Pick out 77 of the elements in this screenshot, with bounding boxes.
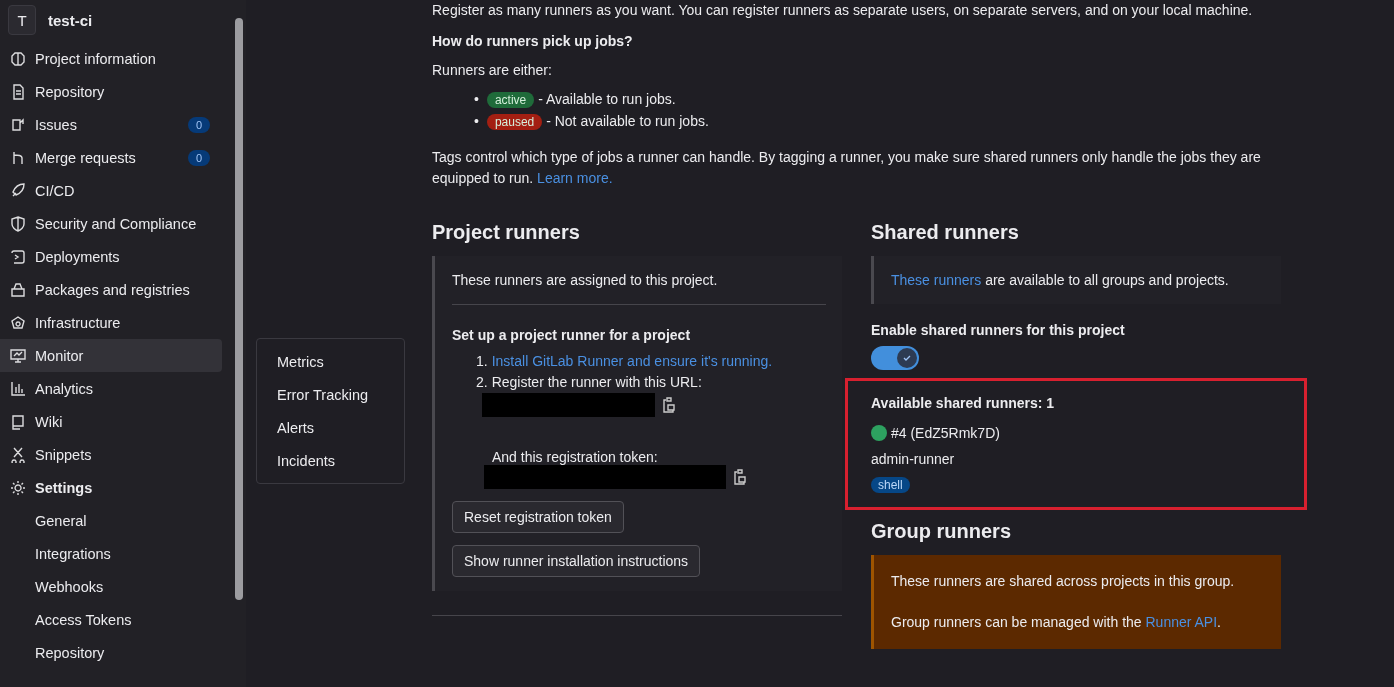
status-description: - Not available to run jobs. — [545, 113, 709, 129]
count-badge: 0 — [187, 149, 210, 166]
count-badge: 0 — [187, 116, 210, 133]
settings-icon — [10, 479, 26, 496]
sidebar-item[interactable]: Analytics — [0, 372, 222, 405]
assigned-text: These runners are assigned to this project. — [452, 272, 719, 288]
toggle-label: Enable shared runners for this project — [871, 322, 1126, 338]
sidebar-subitem[interactable]: Webhooks — [0, 570, 232, 603]
copy-icon[interactable] — [732, 469, 748, 485]
package-icon — [10, 281, 26, 298]
sidebar-item[interactable]: Repository — [0, 75, 222, 108]
group-text: These runners are shared across projects in this group. — [891, 572, 1236, 591]
monitor-icon — [10, 347, 26, 364]
sidebar-item[interactable]: Deployments — [0, 240, 222, 273]
sidebar-item[interactable]: Merge requests 0 — [0, 141, 222, 174]
status-description: - Available to run jobs. — [537, 91, 676, 107]
sidebar-subitem[interactable]: Integrations — [0, 537, 232, 570]
intro-paragraph: Register as many runners as you want. You can register runners as separate users, on separate servers, and on your local machine. — [432, 1, 1254, 20]
project-name[interactable]: test-ci — [48, 11, 93, 29]
sidebar-item[interactable]: Settings — [0, 471, 222, 504]
action-button[interactable]: Show runner installation instructions — [452, 545, 701, 577]
document-icon — [10, 83, 26, 100]
question-heading: How do runners pick up jobs? — [432, 32, 634, 51]
these-runners-link[interactable]: These runners — [891, 272, 982, 288]
infrastructure-icon — [10, 314, 26, 331]
status-badge: active — [486, 92, 535, 108]
runner-name: admin-runner — [871, 451, 956, 467]
book-icon — [10, 413, 26, 430]
issue-icon — [10, 116, 26, 133]
section-heading: Project runners — [432, 221, 581, 244]
menu-item[interactable]: Alerts — [257, 411, 404, 444]
check-icon — [902, 353, 912, 363]
runner-tag: shell — [871, 477, 910, 493]
token-label: And this registration token: — [492, 449, 658, 465]
shared-info-text: These runners are available to all groups and projects. — [891, 272, 1229, 288]
sidebar-item[interactable]: Wiki — [0, 405, 222, 438]
section-heading: Group runners — [871, 520, 1012, 543]
sidebar-subitem[interactable]: Repository — [0, 636, 232, 669]
sidebar-item[interactable]: Packages and registries — [0, 273, 222, 306]
hexagon-icon — [10, 50, 26, 67]
either-text: Runners are either: — [432, 61, 553, 80]
sidebar-subitem[interactable]: Access Tokens — [0, 603, 232, 636]
toggle-switch[interactable] — [871, 346, 919, 370]
sidebar-item[interactable]: Snippets — [0, 438, 222, 471]
menu-item[interactable]: Metrics — [257, 345, 404, 378]
bullet: • — [474, 113, 479, 129]
shield-icon — [10, 215, 26, 232]
install-link[interactable]: Install GitLab Runner and ensure it's running. — [491, 353, 773, 369]
rocket-icon — [10, 182, 26, 199]
sidebar-item[interactable]: Monitor — [0, 339, 222, 372]
bullet: • — [474, 91, 479, 107]
step-number: 1. — [476, 353, 488, 369]
sidebar-item[interactable]: Infrastructure — [0, 306, 222, 339]
learn-more-link[interactable]: Learn more. — [537, 170, 613, 186]
sidebar-item[interactable]: CI/CD — [0, 174, 222, 207]
runner-api-link[interactable]: Runner API — [1145, 614, 1218, 630]
menu-item[interactable]: Incidents — [257, 444, 404, 477]
runner-id[interactable]: #4 (EdZ5Rmk7D) — [891, 425, 1000, 441]
project-avatar: T — [8, 5, 36, 35]
section-heading: Shared runners — [871, 221, 1020, 244]
sidebar-subitem[interactable]: General — [0, 504, 232, 537]
sidebar-item[interactable]: Issues 0 — [0, 108, 222, 141]
deploy-icon — [10, 248, 26, 265]
group-api-text: Group runners can be managed with the Runner API. — [891, 613, 1222, 632]
setup-heading: Set up a project runner for a project — [452, 327, 692, 343]
tags-paragraph: Tags control which type of jobs a runner can handle. By tagging a runner, you make sure shared runners only handle the jobs they are equipped to run. Learn more. — [432, 148, 1262, 188]
action-button[interactable]: Reset registration token — [452, 501, 624, 533]
scissors-icon — [10, 446, 26, 463]
step-number: 2. — [476, 374, 488, 390]
available-count: Available shared runners: 1 — [871, 395, 1056, 411]
step-text: Register the runner with this URL: — [491, 374, 702, 390]
sidebar-item[interactable]: Project information — [0, 42, 222, 75]
sidebar-item[interactable]: Security and Compliance — [0, 207, 222, 240]
copy-icon[interactable] — [661, 397, 677, 413]
chart-icon — [10, 380, 26, 397]
status-badge: paused — [486, 114, 543, 130]
menu-item[interactable]: Error Tracking — [257, 378, 404, 411]
